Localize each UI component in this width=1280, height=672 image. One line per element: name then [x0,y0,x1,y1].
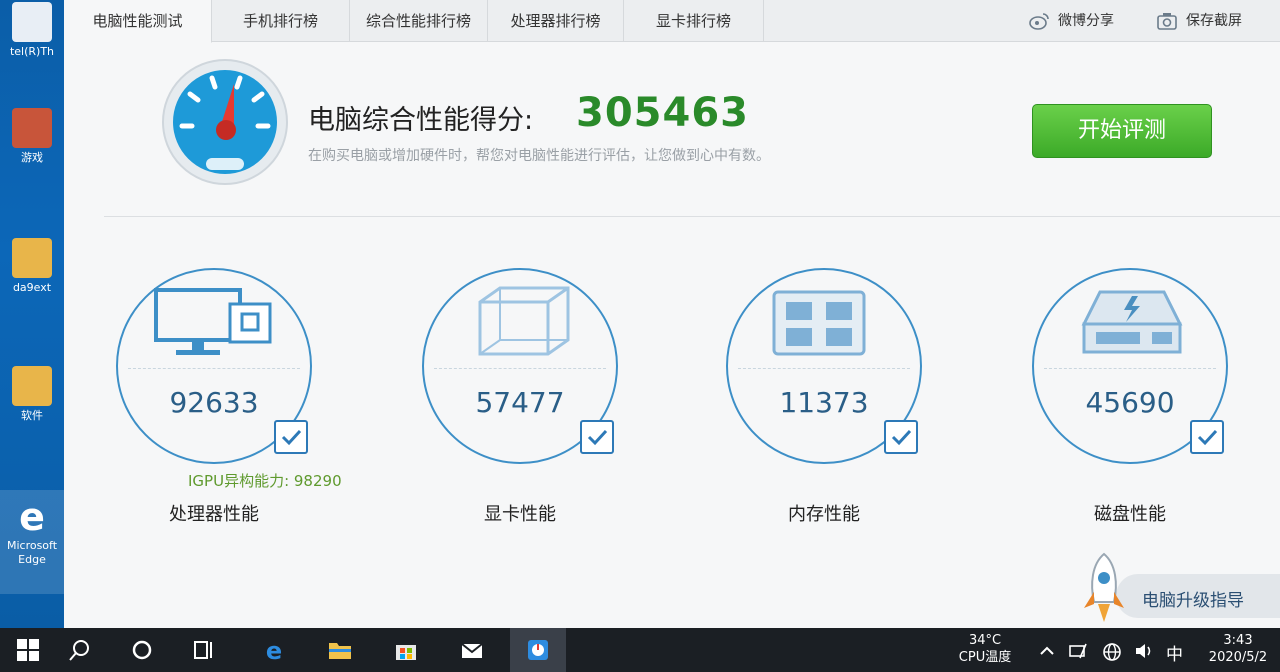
desktop-icon-label: 软件 [21,409,43,422]
score-label: 电脑综合性能得分: [308,105,534,136]
cpu-temperature[interactable]: 34°C CPU温度 [948,632,1022,666]
gpu-metric-name: 显卡性能 [484,504,556,525]
desktop-icon-folder-1[interactable]: da9ext [0,238,64,295]
weibo-icon [1029,13,1049,30]
search-icon [69,640,89,661]
start-button[interactable] [0,628,56,672]
cortana-icon [132,640,152,660]
tab-bar: 电脑性能测试 手机排行榜 综合性能排行榜 处理器排行榜 显卡排行榜 微博分享 保… [64,0,1280,43]
upgrade-guide-label: 电脑升级指导 [1142,591,1244,611]
folder-icon [12,238,52,278]
intel-icon [12,2,52,42]
search-button[interactable] [52,628,108,672]
cpu-score: 92633 [169,386,259,419]
tab-overall-ranking[interactable]: 综合性能排行榜 [350,0,488,42]
language-globe-button[interactable] [1102,642,1122,666]
upgrade-guide-button[interactable]: 电脑升级指导 [1076,550,1280,628]
show-hidden-icons-button[interactable] [1038,642,1056,664]
desktop-strip: tel(R)Th 游戏 da9ext 软件 e Microsoft Edge [0,0,64,628]
desktop-icon-edge[interactable]: e Microsoft Edge [0,490,64,594]
disk-checkbox[interactable] [1190,420,1224,454]
input-method-button[interactable]: 中 [1166,640,1183,665]
benchmark-app-icon [528,640,548,660]
cpu-metric-name: 处理器性能 [169,504,259,525]
weibo-share-label: 微博分享 [1058,13,1114,29]
windows-logo-icon [17,639,39,661]
section-divider [104,216,1280,217]
svg-text:e: e [19,496,45,536]
speedometer-icon [160,54,290,190]
desktop-icon-game[interactable]: 游戏 [0,108,64,165]
tab-phone-ranking[interactable]: 手机排行榜 [212,0,350,42]
disk-score: 45690 [1085,386,1175,419]
taskbar-mail[interactable] [444,628,500,672]
volume-icon [1136,644,1151,658]
disk-metric-name: 磁盘性能 [1094,504,1166,525]
tab-cpu-ranking[interactable]: 处理器排行榜 [488,0,624,42]
gpu-checkbox[interactable] [580,420,614,454]
clock-date: 2020/5/2 [1208,650,1268,665]
desktop-icon-label: 游戏 [21,151,43,164]
mail-icon [461,643,483,658]
check-icon [891,429,912,446]
desktop-icon-folder-2[interactable]: 软件 [0,366,64,423]
desktop-icon-intel[interactable]: tel(R)Th [0,2,64,59]
gpu-metric[interactable]: 57477 显卡性能 [422,268,622,528]
memory-metric-name: 内存性能 [788,504,860,525]
disk-metric[interactable]: 45690 磁盘性能 [1032,268,1232,528]
volume-button[interactable] [1134,642,1156,664]
weibo-share-button[interactable]: 微博分享 [1028,8,1114,34]
edge-icon: e [266,638,282,662]
network-tray-button[interactable] [1068,642,1090,664]
score-subtitle: 在购买电脑或增加硬件时，帮您对电脑性能进行评估，让您做到心中有数。 [308,148,770,164]
game-icon [12,108,52,148]
cortana-button[interactable] [114,628,170,672]
desktop-icon-label: Microsoft Edge [6,539,58,566]
chevron-up-icon [1040,646,1054,655]
taskbar-benchmark-app[interactable] [510,628,566,672]
check-icon [281,429,302,446]
rocket-icon [1084,552,1124,622]
desktop-icon-label: da9ext [12,281,52,294]
network-icon [1069,643,1087,659]
cpu-monitor-icon [154,288,272,355]
overall-score-value: 305463 [576,90,749,136]
check-icon [587,429,608,446]
memory-score: 11373 [779,386,869,419]
cpu-temperature-value: 34°C [968,633,1002,648]
clock[interactable]: 3:43 2020/5/2 [1196,632,1280,666]
save-screenshot-button[interactable]: 保存截屏 [1156,8,1242,34]
igpu-score-note: IGPU异构能力: 98290 [188,472,342,490]
tab-gpu-ranking[interactable]: 显卡排行榜 [624,0,764,42]
tab-pc-benchmark[interactable]: 电脑性能测试 [64,0,212,43]
disk-drive-icon [1081,290,1183,354]
task-view-icon [194,641,212,659]
globe-icon [1103,643,1121,661]
benchmark-window: 电脑性能测试 手机排行榜 综合性能排行榜 处理器排行榜 显卡排行榜 微博分享 保… [64,0,1280,628]
gpu-cube-icon [478,286,570,356]
memory-chip-icon [772,290,866,356]
taskbar-store[interactable] [378,628,434,672]
gpu-score: 57477 [475,386,565,419]
cpu-checkbox[interactable] [274,420,308,454]
cpu-temperature-label: CPU温度 [958,650,1012,665]
edge-icon: e [12,495,52,539]
task-view-button[interactable] [176,628,232,672]
store-icon [396,645,416,660]
check-icon [1197,429,1218,446]
memory-metric[interactable]: 11373 内存性能 [726,268,926,528]
clock-time: 3:43 [1223,633,1253,648]
folder-icon [12,366,52,406]
desktop-icon-label: tel(R)Th [9,45,55,58]
taskbar-edge[interactable]: e [246,628,302,672]
save-screenshot-label: 保存截屏 [1186,13,1242,29]
svg-text:e: e [266,638,282,662]
folder-icon [329,643,351,659]
camera-icon [1157,13,1177,30]
start-benchmark-button[interactable]: 开始评测 [1032,104,1212,158]
taskbar-file-explorer[interactable] [312,628,368,672]
memory-checkbox[interactable] [884,420,918,454]
